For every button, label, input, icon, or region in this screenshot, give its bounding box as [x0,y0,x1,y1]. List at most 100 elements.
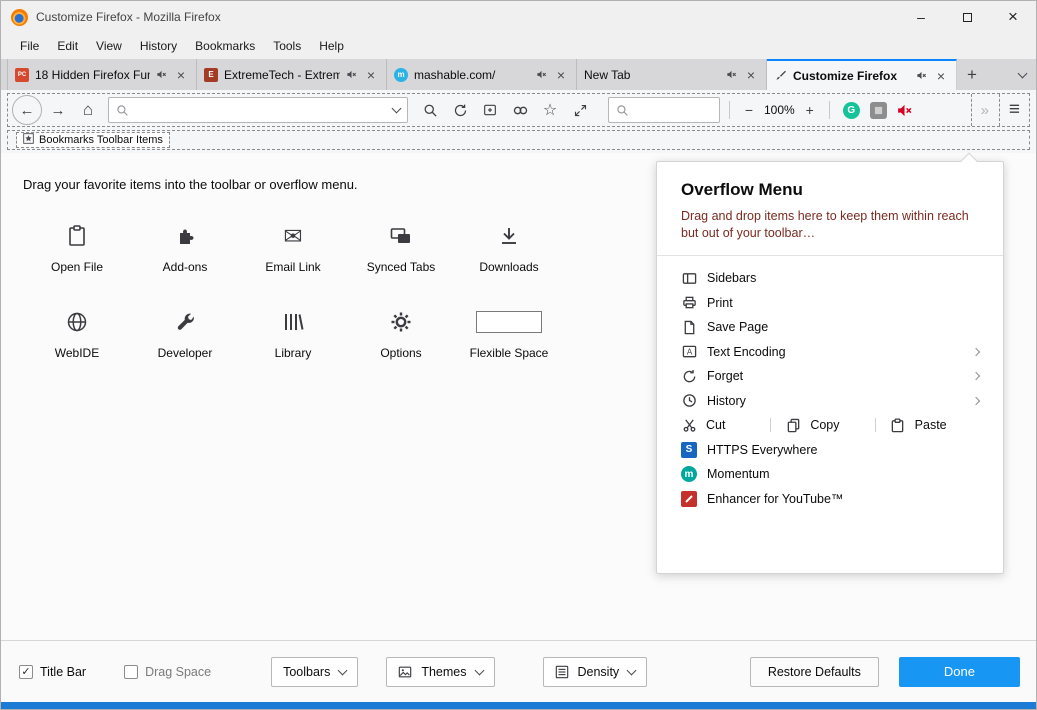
hamburger-menu-button[interactable]: ≡ [1009,99,1020,121]
tab-mute-icon[interactable] [536,69,547,80]
tab-new-tab[interactable]: New Tab × [577,59,767,90]
chevron-down-icon[interactable] [392,104,402,114]
palette-item-open-file[interactable]: Open File [23,222,131,274]
url-bar[interactable] [108,97,408,123]
palette-item-label: Library [275,346,312,360]
tab-pcworld[interactable]: PC 18 Hidden Firefox Fun × [7,59,197,90]
density-dropdown[interactable]: Density [543,657,648,687]
paste-item[interactable]: Paste [890,418,979,433]
zoom-out-button[interactable]: − [739,97,759,123]
maximize-button[interactable] [944,1,990,33]
bookmarks-drop-target: Bookmarks Toolbar Items [7,130,1030,150]
tab-mute-icon[interactable] [156,69,167,80]
palette-item-library[interactable]: Library [239,308,347,360]
palette-item-label: Open File [51,260,103,274]
tab-close-icon[interactable]: × [743,67,759,83]
forward-button[interactable]: → [44,96,72,124]
overflow-item-momentum[interactable]: m Momentum [681,462,979,487]
menu-bookmarks[interactable]: Bookmarks [186,35,264,57]
themes-icon [398,665,412,679]
overflow-item-label: Sidebars [707,271,756,285]
maximize-icon [963,13,972,22]
menu-file[interactable]: File [11,35,48,57]
tab-close-icon[interactable]: × [553,67,569,83]
search-button[interactable] [416,96,444,124]
toolbars-dropdown[interactable]: Toolbars [271,657,358,687]
overflow-item-save-page[interactable]: Save Page [681,315,979,340]
print-icon [681,295,697,310]
menu-help[interactable]: Help [310,35,353,57]
overflow-item-history[interactable]: History [681,388,979,413]
new-tab-button[interactable]: + [957,59,987,90]
dropdown-label: Themes [421,665,466,679]
zoom-in-button[interactable]: + [800,97,820,123]
clipboard-label: Paste [915,418,947,432]
overflow-item-https-everywhere[interactable]: S HTTPS Everywhere [681,437,979,462]
tab-mute-icon[interactable] [726,69,737,80]
tab-mute-icon[interactable] [346,69,357,80]
minimize-button[interactable]: – [898,1,944,33]
new-tab-toolbar-button[interactable] [476,96,504,124]
done-button[interactable]: Done [899,657,1020,687]
chevron-down-icon [338,665,348,675]
menu-edit[interactable]: Edit [48,35,87,57]
palette-item-developer[interactable]: Developer [131,308,239,360]
palette-item-email-link[interactable]: ✉ Email Link [239,222,347,274]
text-encoding-icon: A [681,344,697,359]
overflow-item-enhancer-youtube[interactable]: Enhancer for YouTube™ [681,486,979,511]
palette-item-options[interactable]: Options [347,308,455,360]
palette-item-synced-tabs[interactable]: Synced Tabs [347,222,455,274]
link-button[interactable] [506,96,534,124]
extension-icon[interactable] [870,102,887,119]
button-label: Restore Defaults [768,665,861,679]
palette-item-label: Email Link [265,260,320,274]
overflow-item-forget[interactable]: Forget [681,364,979,389]
overflow-chevron-button[interactable]: » [981,102,990,119]
customize-area: Drag your favorite items into the toolba… [1,153,1036,640]
tab-close-icon[interactable]: × [933,68,949,84]
back-button[interactable]: ← [12,95,42,125]
palette-item-flexible-space[interactable]: Flexible Space [455,308,563,360]
drag-space-checkbox[interactable]: Drag Space [124,665,211,679]
overflow-item-label: Enhancer for YouTube™ [707,492,843,506]
overflow-item-text-encoding[interactable]: A Text Encoding [681,339,979,364]
overflow-item-print[interactable]: Print [681,290,979,315]
home-button[interactable]: ⌂ [74,96,102,124]
tab-close-icon[interactable]: × [173,67,189,83]
tab-label: New Tab [584,68,720,82]
overflow-cell: » [971,94,999,126]
bookmarks-toolbar-items[interactable]: Bookmarks Toolbar Items [16,132,170,148]
tab-customize-firefox-active[interactable]: Customize Firefox × [767,59,957,90]
search-field[interactable] [608,97,720,123]
title-bar: Customize Firefox - Mozilla Firefox – × [1,1,1036,33]
grammarly-icon[interactable]: G [843,102,860,119]
density-icon [555,665,569,679]
palette-item-downloads[interactable]: Downloads [455,222,563,274]
tab-label: ExtremeTech - Extrem [224,68,340,82]
mute-audio-icon[interactable] [893,96,917,124]
overflow-item-sidebars[interactable]: Sidebars [681,266,979,291]
bookmark-star-button[interactable]: ☆ [536,96,564,124]
fullscreen-button[interactable] [566,96,594,124]
tab-close-icon[interactable]: × [363,67,379,83]
all-tabs-chevron-button[interactable] [1008,59,1036,90]
navigation-toolbar: ← → ⌂ ☆ − 100% [1,90,1036,130]
tab-extremetech[interactable]: E ExtremeTech - Extrem × [197,59,387,90]
menu-history[interactable]: History [131,35,186,57]
copy-item[interactable]: Copy [785,418,874,433]
close-button[interactable]: × [990,1,1036,33]
reload-button[interactable] [446,96,474,124]
title-bar-checkbox[interactable]: ✓ Title Bar [19,665,86,679]
menu-tools[interactable]: Tools [264,35,310,57]
menu-view[interactable]: View [87,35,131,57]
themes-dropdown[interactable]: Themes [386,657,494,687]
tab-mashable[interactable]: m mashable.com/ × [387,59,577,90]
palette-item-webide[interactable]: WebIDE [23,308,131,360]
open-file-icon [65,222,89,250]
chevron-down-icon [474,665,484,675]
restore-defaults-button[interactable]: Restore Defaults [750,657,879,687]
palette-item-addons[interactable]: Add-ons [131,222,239,274]
cut-item[interactable]: Cut [681,418,770,433]
zoom-level[interactable]: 100% [761,103,798,117]
tab-mute-icon[interactable] [916,70,927,81]
